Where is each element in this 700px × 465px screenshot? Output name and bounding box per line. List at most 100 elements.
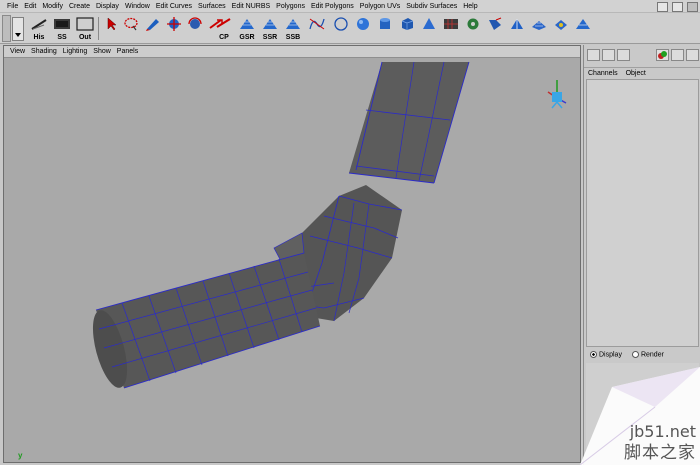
forearm-mesh[interactable]: [86, 252, 321, 391]
extrude-tool-button[interactable]: [484, 16, 506, 42]
menu-window[interactable]: Window: [122, 3, 153, 10]
menu-display[interactable]: Display: [93, 3, 122, 10]
lasso-tool-button[interactable]: [121, 16, 143, 42]
cp-tool-label: CP: [219, 34, 229, 41]
upper-arm-mesh[interactable]: [348, 61, 470, 184]
menu-edit-curves[interactable]: Edit Curves: [153, 3, 195, 10]
cone-icon: [423, 18, 435, 29]
torus-icon: [467, 18, 479, 30]
layer-editor-mode-icon[interactable]: [602, 49, 615, 61]
panel-menu-lighting[interactable]: Lighting: [60, 48, 91, 55]
move-tool-button[interactable]: [163, 16, 185, 42]
gsr-tool-button[interactable]: GSR: [236, 16, 258, 42]
channel-box-header: Channels Object: [584, 67, 700, 78]
list-view-icon[interactable]: [686, 49, 699, 61]
tab-object[interactable]: Object: [626, 70, 646, 77]
color-settings-icon[interactable]: [656, 49, 669, 61]
tab-channels[interactable]: Channels: [588, 70, 618, 77]
cube-tool-button[interactable]: [396, 16, 418, 42]
panel-menu-show[interactable]: Show: [90, 48, 114, 55]
smooth-icon: [532, 21, 546, 30]
menu-polygon-uvs[interactable]: Polygon UVs: [357, 3, 403, 10]
ssb-tool-button[interactable]: SSB: [282, 16, 304, 42]
plane-icon: [444, 19, 458, 29]
grid-icon: [286, 19, 300, 29]
cube-icon: [401, 18, 414, 30]
rotate-icon: [188, 17, 202, 29]
circle-tool-button[interactable]: [330, 16, 352, 42]
curve-tool-button[interactable]: [306, 16, 328, 42]
menu-create[interactable]: Create: [66, 3, 93, 10]
circle-icon: [334, 17, 348, 31]
grid-view-icon[interactable]: [671, 49, 684, 61]
move-icon: [167, 17, 181, 31]
menu-edit[interactable]: Edit: [21, 3, 39, 10]
out-tool-label: Out: [78, 34, 92, 41]
panel-menu-bar: View Shading Lighting Show Panels: [4, 46, 580, 58]
paint-brush-icon: [146, 19, 159, 31]
menu-surfaces[interactable]: Surfaces: [195, 3, 229, 10]
combine-tool-button[interactable]: [572, 16, 594, 42]
torus-tool-button[interactable]: [462, 16, 484, 42]
panel-menu-view[interactable]: View: [7, 48, 28, 55]
grid-icon: [240, 19, 254, 29]
sphere-tool-button[interactable]: [352, 16, 374, 42]
shelf-toolbar: His SS Out CP GSR SSR SSB: [0, 13, 700, 44]
merge-tool-button[interactable]: [550, 16, 572, 42]
history-tool-button[interactable]: His: [28, 16, 50, 42]
menu-modify[interactable]: Modify: [39, 3, 66, 10]
ss-icon: [54, 19, 70, 29]
menu-subdiv-surfaces[interactable]: Subdiv Surfaces: [403, 3, 460, 10]
out-icon: [76, 17, 94, 31]
window-controls: [657, 0, 700, 13]
channel-box-mode-icon[interactable]: [587, 49, 600, 61]
extrude-icon: [489, 17, 502, 30]
ss-tool-button[interactable]: SS: [51, 16, 73, 42]
select-tool-button[interactable]: [100, 16, 122, 42]
ssb-tool-label: SSB: [285, 34, 301, 41]
menu-edit-polygons[interactable]: Edit Polygons: [308, 3, 357, 10]
panel-menu-panels[interactable]: Panels: [114, 48, 141, 55]
paint-tool-button[interactable]: [142, 16, 164, 42]
rotate-tool-button[interactable]: [184, 16, 206, 42]
gsr-tool-label: GSR: [239, 34, 255, 41]
menu-polygons[interactable]: Polygons: [273, 3, 308, 10]
cylinder-icon: [380, 18, 390, 29]
cone-tool-button[interactable]: [418, 16, 440, 42]
cp-icon: [216, 18, 231, 28]
channel-list-area[interactable]: [586, 79, 699, 347]
view-axis-indicator[interactable]: [547, 80, 567, 109]
menu-edit-nurbs[interactable]: Edit NURBS: [229, 3, 274, 10]
out-tool-button[interactable]: Out: [74, 16, 96, 42]
menu-help[interactable]: Help: [460, 3, 480, 10]
cp-tool-button[interactable]: CP: [213, 16, 235, 42]
smooth-tool-button[interactable]: [528, 16, 550, 42]
grid-icon: [263, 19, 277, 29]
watermark-site-name: 脚本之家: [624, 443, 696, 463]
split-icon: [511, 19, 523, 29]
menu-file[interactable]: File: [4, 3, 21, 10]
ssr-tool-label: SSR: [262, 34, 278, 41]
ss-tool-label: SS: [57, 34, 67, 41]
perspective-viewport[interactable]: View Shading Lighting Show Panels y: [3, 45, 581, 463]
scene-canvas[interactable]: [4, 58, 580, 462]
shelf-menu-button[interactable]: [12, 17, 24, 41]
arrow-cursor-icon: [107, 17, 117, 31]
ssr-tool-button[interactable]: SSR: [259, 16, 281, 42]
menu-bar: File Edit Modify Create Display Window E…: [0, 0, 700, 13]
lasso-icon: [124, 17, 138, 31]
history-tool-label: His: [33, 34, 45, 41]
shelf-handle[interactable]: [2, 15, 11, 42]
outliner-icon[interactable]: [672, 1, 683, 12]
trash-icon[interactable]: [687, 1, 698, 12]
history-icon: [31, 19, 47, 30]
cylinder-tool-button[interactable]: [374, 16, 396, 42]
panel-menu-shading[interactable]: Shading: [28, 48, 60, 55]
split-tool-button[interactable]: [506, 16, 528, 42]
combine-icon: [576, 19, 590, 29]
plane-tool-button[interactable]: [440, 16, 462, 42]
layout-icon[interactable]: [657, 1, 668, 12]
attribute-mode-icon[interactable]: [617, 49, 630, 61]
merge-icon: [555, 20, 567, 30]
sphere-icon: [357, 18, 369, 30]
